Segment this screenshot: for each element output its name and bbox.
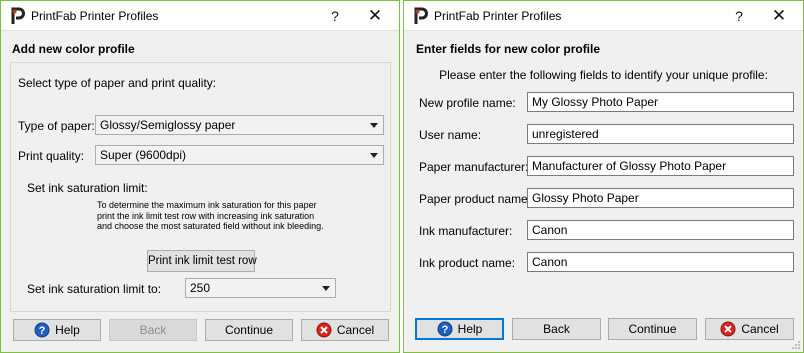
app-p-icon bbox=[11, 7, 25, 24]
profile-name-field[interactable]: My Glossy Photo Paper bbox=[527, 92, 794, 112]
back-button[interactable]: Back bbox=[512, 318, 601, 340]
ink-manufacturer-field[interactable]: Canon bbox=[527, 220, 794, 240]
paper-type-label: Type of paper: bbox=[18, 119, 95, 133]
user-name-field[interactable]: unregistered bbox=[527, 124, 794, 144]
close-x-icon[interactable]: ✕ bbox=[355, 1, 395, 31]
cancel-button[interactable]: Cancel bbox=[301, 319, 389, 341]
title-bar: PrintFab Printer Profiles ? ✕ bbox=[404, 1, 803, 31]
ink-limit-info: To determine the maximum ink saturation … bbox=[97, 200, 324, 231]
help-circle-icon: ? bbox=[437, 321, 453, 337]
cancel-circle-icon bbox=[316, 322, 332, 338]
paper-product-field[interactable]: Glossy Photo Paper bbox=[527, 188, 794, 208]
cancel-button-label: Cancel bbox=[336, 323, 375, 337]
paper-type-value: Glossy/Semiglossy paper bbox=[100, 118, 236, 132]
back-button[interactable]: Back bbox=[109, 319, 197, 341]
page-heading: Enter fields for new color profile bbox=[416, 42, 601, 56]
window-title: PrintFab Printer Profiles bbox=[31, 9, 159, 23]
dropdown-arrow-icon bbox=[370, 153, 378, 158]
profile-name-label: New profile name: bbox=[419, 96, 516, 110]
ink-limit-dropdown[interactable]: 250 bbox=[185, 278, 336, 298]
page-heading: Add new color profile bbox=[12, 42, 135, 56]
enter-fields-window: PrintFab Printer Profiles ? ✕ Enter fiel… bbox=[403, 0, 804, 353]
print-quality-dropdown[interactable]: Super (9600dpi) bbox=[95, 145, 384, 165]
print-test-row-button[interactable]: Print ink limit test row bbox=[147, 250, 257, 272]
ink-limit-heading: Set ink saturation limit: bbox=[27, 181, 148, 195]
paper-quality-group: Select type of paper and print quality: … bbox=[10, 62, 391, 312]
continue-button[interactable]: Continue bbox=[608, 318, 697, 340]
title-bar: PrintFab Printer Profiles ? ✕ bbox=[1, 1, 399, 31]
ink-product-field[interactable]: Canon bbox=[527, 252, 794, 272]
continue-button[interactable]: Continue bbox=[205, 319, 293, 341]
ink-limit-label: Set ink saturation limit to: bbox=[27, 282, 162, 296]
user-name-label: User name: bbox=[419, 128, 482, 142]
window-title: PrintFab Printer Profiles bbox=[434, 9, 562, 23]
paper-manufacturer-field[interactable]: Manufacturer of Glossy Photo Paper bbox=[527, 156, 794, 176]
ink-manufacturer-label: Ink manufacturer: bbox=[419, 224, 513, 238]
help-button-label: Help bbox=[55, 323, 80, 337]
svg-text:?: ? bbox=[39, 325, 46, 337]
help-button-label: Help bbox=[457, 322, 483, 336]
app-p-icon bbox=[414, 7, 428, 24]
dropdown-arrow-icon bbox=[370, 123, 378, 128]
resize-grip-icon[interactable] bbox=[791, 340, 801, 350]
ink-product-label: Ink product name: bbox=[419, 256, 516, 270]
help-button[interactable]: ? Help bbox=[13, 319, 101, 341]
help-question-icon[interactable]: ? bbox=[315, 1, 355, 31]
add-profile-window: PrintFab Printer Profiles ? ✕ Add new co… bbox=[0, 0, 400, 353]
help-button[interactable]: ? Help bbox=[415, 318, 504, 340]
help-question-icon[interactable]: ? bbox=[719, 1, 759, 31]
close-x-icon[interactable]: ✕ bbox=[759, 1, 799, 31]
cancel-circle-icon bbox=[720, 321, 736, 337]
paper-manufacturer-label: Paper manufacturer: bbox=[419, 160, 529, 174]
dropdown-arrow-icon bbox=[322, 286, 330, 291]
svg-text:?: ? bbox=[441, 324, 448, 336]
paper-product-label: Paper product name: bbox=[419, 192, 532, 206]
print-quality-value: Super (9600dpi) bbox=[100, 148, 187, 162]
print-quality-label: Print quality: bbox=[18, 149, 85, 163]
help-circle-icon: ? bbox=[34, 322, 50, 338]
ink-limit-value: 250 bbox=[190, 281, 211, 295]
intro-text: Please enter the following fields to ide… bbox=[439, 68, 768, 82]
cancel-button[interactable]: Cancel bbox=[705, 318, 794, 340]
group-label: Select type of paper and print quality: bbox=[18, 76, 217, 90]
paper-type-dropdown[interactable]: Glossy/Semiglossy paper bbox=[95, 115, 384, 135]
cancel-button-label: Cancel bbox=[741, 322, 779, 336]
